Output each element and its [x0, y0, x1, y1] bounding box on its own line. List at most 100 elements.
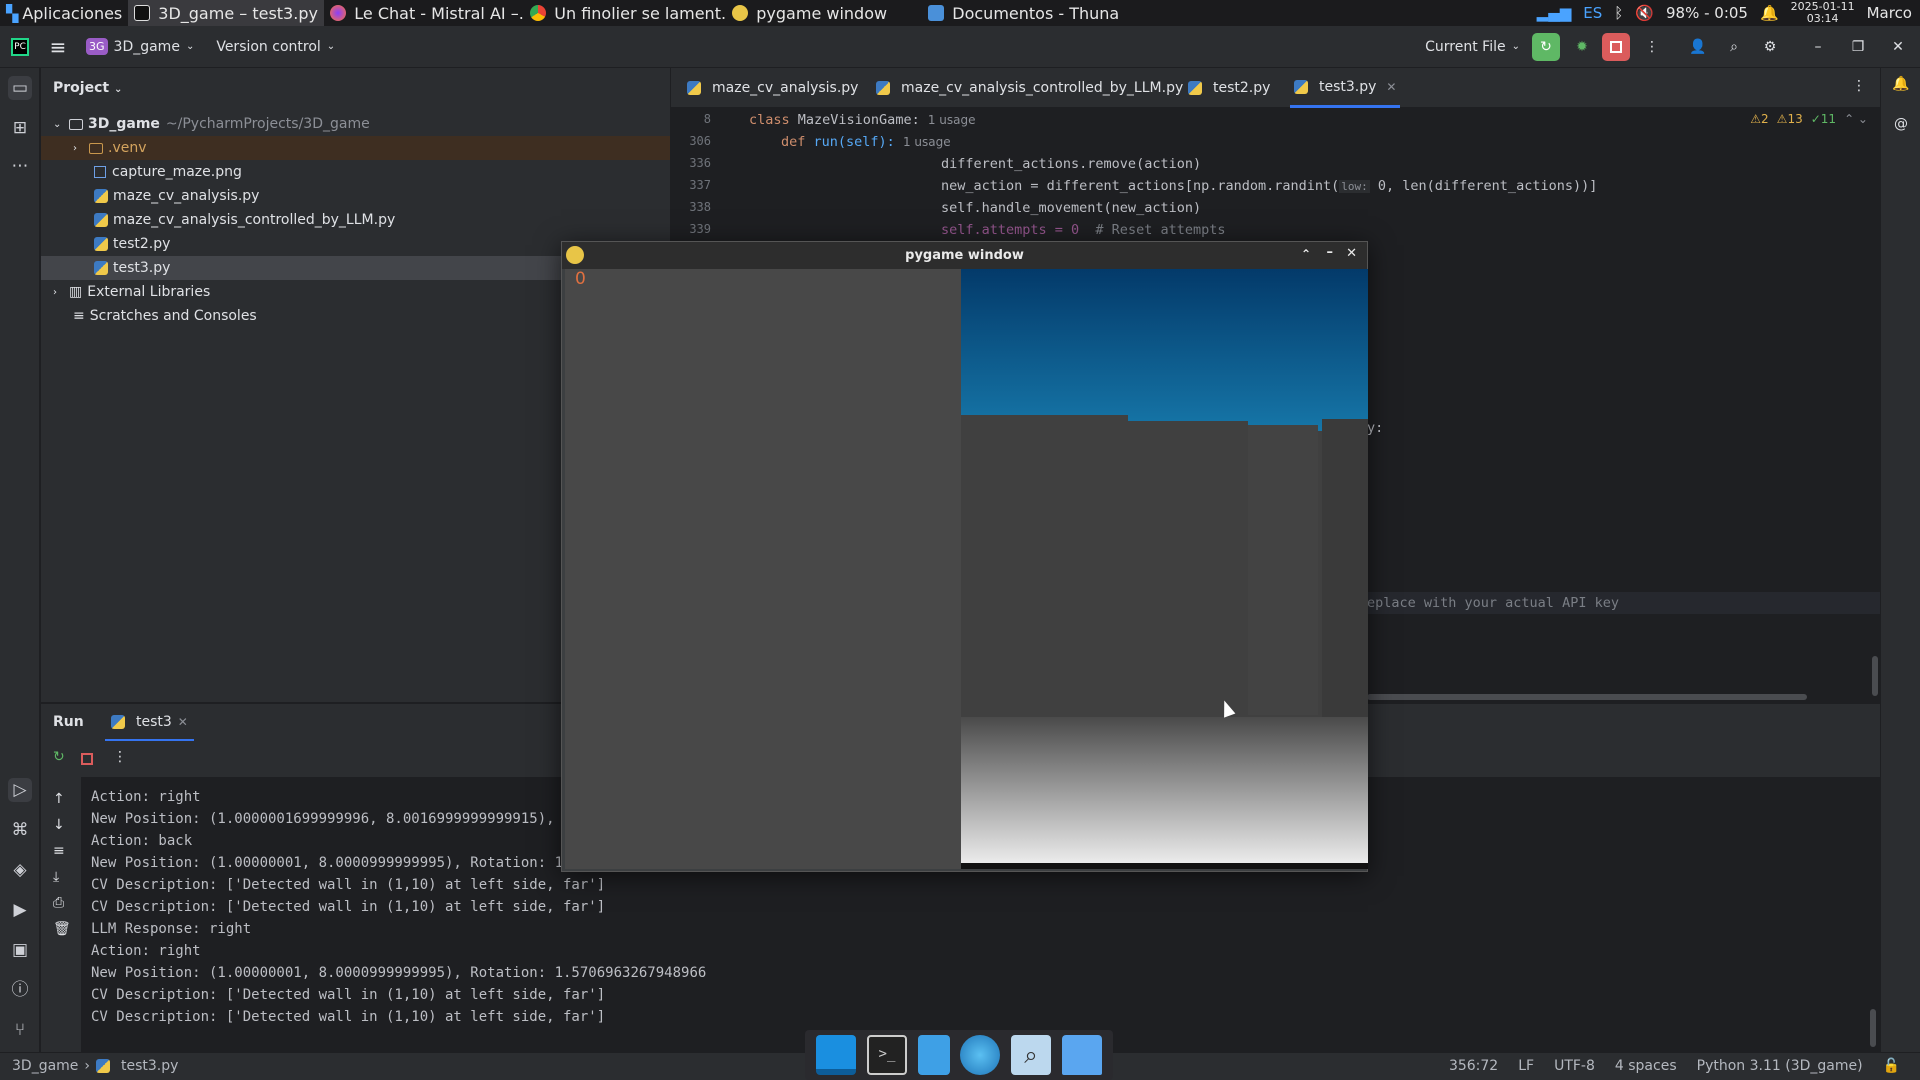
horizontal-scrollbar[interactable] [1367, 694, 1807, 700]
game-canvas[interactable]: 0 [565, 269, 1368, 869]
console-scrollbar[interactable] [1870, 1009, 1876, 1047]
close-tab-icon[interactable]: ✕ [178, 715, 188, 729]
code-comment-fragment: eplace with your actual API key [1367, 595, 1619, 611]
bell-icon[interactable]: 🔔 [1760, 4, 1779, 22]
maximize-button[interactable]: ⌃ [1301, 247, 1311, 261]
tree-item-maze-cv-analysis-llm[interactable]: maze_cv_analysis_controlled_by_LLM.py [41, 208, 670, 232]
python-interpreter[interactable]: Python 3.11 (3D_game) [1697, 1058, 1863, 1074]
layers-icon[interactable]: ◈ [8, 858, 32, 882]
applications-menu[interactable]: ▚ Aplicaciones [0, 0, 128, 26]
score-counter: 0 [575, 269, 586, 289]
git-icon[interactable]: ⑂ [8, 1018, 32, 1042]
project-selector[interactable]: 3G 3D_game ⌄ [86, 38, 194, 55]
pygame-titlebar[interactable]: pygame window ⌃ – ✕ [562, 242, 1367, 269]
tab-test3[interactable]: test3.py ✕ [1290, 68, 1401, 108]
run-panel-title: Run [53, 714, 84, 730]
show-desktop-icon[interactable] [816, 1035, 857, 1075]
minimize-button[interactable]: – [1327, 245, 1334, 260]
inspection-widget[interactable]: ⚠2 ⚠13 ✓11 ⌃ ⌄ [1750, 112, 1868, 126]
pygame-window[interactable]: pygame window ⌃ – ✕ 0 [561, 241, 1368, 872]
more-actions-icon[interactable]: ⋮ [1642, 39, 1662, 55]
python-console-icon[interactable]: ⌘ [8, 818, 32, 842]
trash-icon[interactable]: 🗑 [53, 921, 71, 937]
line-number: 336 [689, 156, 711, 170]
project-panel-title[interactable]: Project ⌄ [53, 80, 122, 96]
folder-icon[interactable] [1061, 1035, 1102, 1075]
tree-item-venv[interactable]: › .venv [41, 136, 670, 160]
hamburger-menu-icon[interactable]: ≡ [40, 35, 76, 59]
problems-icon[interactable]: ⓘ [8, 978, 32, 1002]
debug-button[interactable]: ✹ [1568, 33, 1596, 61]
terminal-icon[interactable]: >_ [866, 1035, 907, 1075]
restore-button[interactable]: ❐ [1846, 39, 1870, 55]
taskbar-item-firefox[interactable]: Le Chat - Mistral AI –... [324, 0, 524, 26]
breadcrumb-project[interactable]: 3D_game [12, 1058, 78, 1074]
taskbar-item-pycharm[interactable]: 3D_game – test3.py [128, 0, 325, 26]
stop-button[interactable] [1602, 32, 1630, 61]
tree-root-3d-game[interactable]: ⌄ 3D_game ~/PycharmProjects/3D_game [41, 112, 670, 136]
pygame-icon [732, 5, 749, 21]
rerun-icon[interactable]: ↻ [53, 749, 65, 765]
services-icon[interactable]: ▶ [8, 898, 32, 922]
tree-item-maze-cv-analysis[interactable]: maze_cv_analysis.py [41, 184, 670, 208]
python-file-icon [94, 237, 108, 251]
taskbar-item-thunar[interactable]: Documentos - Thunar [922, 0, 1118, 26]
minimize-button[interactable]: – [1806, 39, 1830, 55]
clock[interactable]: 2025-01-11 03:14 [1791, 1, 1855, 25]
rerun-button[interactable]: ↻ [1532, 32, 1560, 61]
add-user-icon[interactable]: 👤 [1686, 39, 1710, 55]
structure-icon[interactable]: ⊞ [8, 116, 32, 140]
search-icon[interactable]: ⌕ [1722, 39, 1746, 55]
web-browser-icon[interactable] [960, 1035, 1001, 1075]
project-folder-icon[interactable]: ▭ [8, 76, 32, 100]
scroll-down-icon[interactable]: ↓ [53, 817, 65, 833]
pygame-icon [566, 246, 584, 264]
vertical-scrollbar[interactable] [1872, 656, 1878, 696]
close-button[interactable]: ✕ [1346, 246, 1357, 261]
keyboard-layout[interactable]: ES [1583, 4, 1602, 22]
battery-status[interactable]: 98% - 0:05 [1666, 4, 1748, 22]
tree-item-capture-maze-png[interactable]: capture_maze.png [41, 160, 670, 184]
tab-maze-cv-analysis[interactable]: maze_cv_analysis.py [687, 68, 858, 108]
python-file-icon [96, 1059, 111, 1073]
file-encoding[interactable]: UTF-8 [1554, 1058, 1595, 1074]
run-tool-icon[interactable]: ▷ [8, 778, 32, 802]
network-icon[interactable]: ▂▄▆ [1537, 4, 1572, 22]
tab-options-icon[interactable]: ⋮ [1852, 78, 1866, 94]
tab-test2[interactable]: test2.py [1188, 68, 1270, 108]
more-tools-icon[interactable]: ⋯ [8, 154, 32, 178]
line-separator[interactable]: LF [1518, 1058, 1534, 1074]
scroll-up-icon[interactable]: ↑ [53, 791, 65, 807]
app-finder-icon[interactable]: ⌕ [1010, 1035, 1051, 1075]
mute-icon[interactable]: 🔇 [1635, 4, 1654, 22]
bluetooth-icon[interactable]: ᛒ [1614, 4, 1623, 22]
settings-gear-icon[interactable]: ⚙ [1758, 39, 1782, 55]
taskbar-item-chrome[interactable]: Un finolier se lament... [524, 0, 726, 26]
lock-icon[interactable]: 🔓 [1883, 1058, 1900, 1074]
user-name[interactable]: Marco [1867, 4, 1912, 22]
more-options-icon[interactable]: ⋮ [113, 749, 127, 765]
tab-maze-cv-analysis-llm[interactable]: maze_cv_analysis_controlled_by_LLM.py [876, 68, 1183, 108]
run-tab-test3[interactable]: test3 ✕ [105, 704, 194, 742]
stop-icon[interactable] [81, 753, 93, 765]
terminal-icon[interactable]: ▣ [8, 938, 32, 962]
ai-assistant-icon[interactable]: @ [1889, 116, 1913, 132]
window-title: pygame window [905, 248, 1024, 263]
cursor-position[interactable]: 356:72 [1449, 1058, 1498, 1074]
scroll-to-end-icon[interactable]: ⤓ [53, 869, 59, 885]
console-line: CV Description: ['Detected wall in (1,10… [91, 1009, 606, 1025]
version-control-menu[interactable]: Version control ⌄ [216, 39, 335, 55]
breadcrumb-file[interactable]: test3.py [121, 1058, 178, 1074]
run-config-selector[interactable]: Current File ⌄ [1425, 39, 1520, 55]
line-number: 339 [689, 222, 711, 236]
project-badge: 3G [86, 38, 108, 55]
print-icon[interactable]: ⎙ [53, 895, 64, 911]
notifications-bell-icon[interactable]: 🔔 [1889, 76, 1913, 92]
scratches-icon: ≡ [73, 308, 85, 324]
taskbar-item-pygame[interactable]: pygame window [726, 0, 922, 26]
soft-wrap-icon[interactable]: ≡ [53, 843, 65, 859]
file-manager-icon[interactable] [917, 1035, 950, 1075]
close-tab-icon[interactable]: ✕ [1386, 80, 1396, 94]
indentation[interactable]: 4 spaces [1615, 1058, 1677, 1074]
close-button[interactable]: ✕ [1886, 39, 1910, 55]
